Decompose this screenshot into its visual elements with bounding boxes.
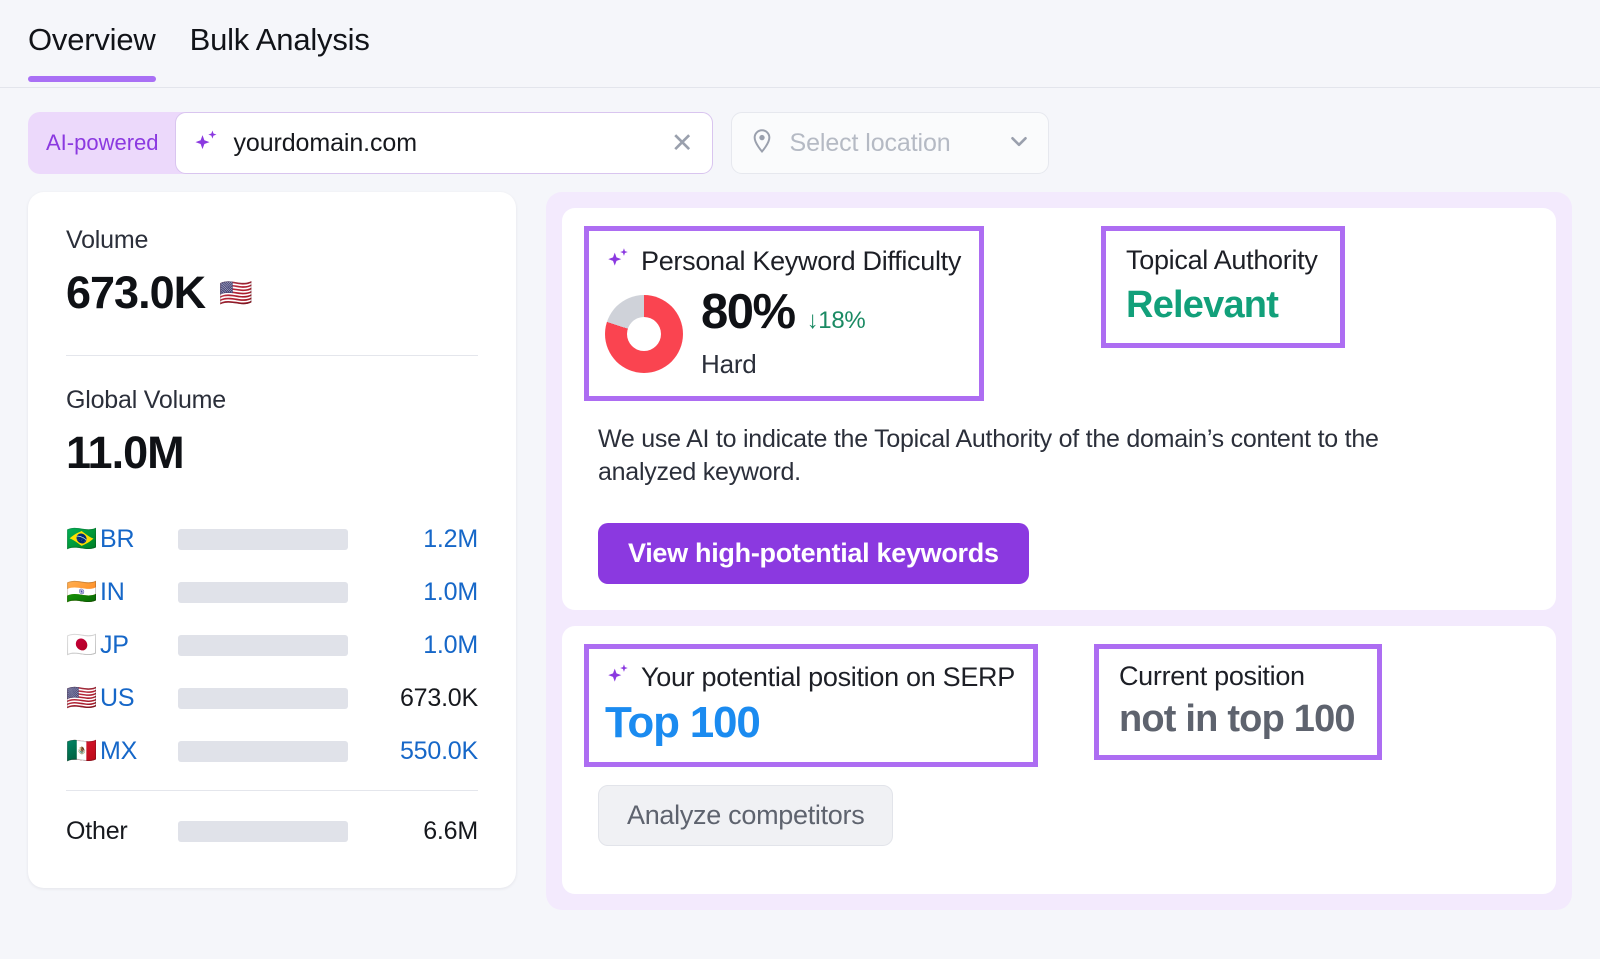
us-flag-icon: 🇺🇸: [219, 277, 252, 309]
main-content: Volume 673.0K 🇺🇸 Global Volume 11.0M 🇧🇷 …: [0, 174, 1600, 910]
volume-bar-track: [178, 688, 348, 709]
tab-bar: Overview Bulk Analysis: [0, 0, 1600, 88]
volume-panel: Volume 673.0K 🇺🇸 Global Volume 11.0M 🇧🇷 …: [28, 192, 516, 888]
pkd-rating: Hard: [701, 349, 865, 380]
analyze-competitors-button[interactable]: Analyze competitors: [598, 785, 893, 846]
current-position-value: not in top 100: [1119, 698, 1355, 741]
serp-value: Top 100: [605, 698, 1015, 748]
ai-insights-column: Personal Keyword Difficulty 80% ↓18% Har…: [546, 192, 1572, 910]
table-row[interactable]: 🇺🇸 US 673.0K: [66, 672, 478, 725]
location-placeholder: Select location: [790, 129, 992, 158]
ai-note: We use AI to indicate the Topical Author…: [598, 423, 1443, 490]
view-high-potential-keywords-button[interactable]: View high-potential keywords: [598, 523, 1029, 584]
country-volume[interactable]: 1.0M: [348, 631, 478, 660]
chevron-down-icon[interactable]: [1006, 128, 1032, 159]
table-row[interactable]: 🇧🇷 BR 1.2M: [66, 513, 478, 566]
position-row: Your potential position on SERP Top 100 …: [584, 644, 1534, 767]
sparkle-icon: [605, 245, 631, 278]
country-flag-icon: 🇯🇵: [66, 633, 100, 658]
volume-label: Volume: [66, 226, 478, 255]
volume-bar-track: [178, 582, 348, 603]
serp-title: Your potential position on SERP: [641, 662, 1015, 693]
sparkle-icon: [605, 661, 631, 694]
volume-bar-track: [178, 635, 348, 656]
pkd-percent: 80%: [701, 288, 795, 337]
metrics-row: Personal Keyword Difficulty 80% ↓18% Har…: [584, 226, 1534, 401]
search-input[interactable]: yourdomain.com: [234, 129, 657, 158]
topical-authority-value: Relevant: [1126, 284, 1318, 327]
difficulty-donut-chart: [605, 295, 683, 373]
country-code[interactable]: IN: [100, 578, 178, 607]
country-code[interactable]: JP: [100, 631, 178, 660]
country-flag-icon: 🇺🇸: [66, 686, 100, 711]
domain-search-box[interactable]: yourdomain.com ✕: [175, 112, 713, 174]
country-code[interactable]: BR: [100, 525, 178, 554]
volume-value: 673.0K: [66, 267, 205, 319]
pkd-value-row: 80% ↓18%: [701, 288, 865, 337]
tab-bulk-analysis[interactable]: Bulk Analysis: [190, 0, 370, 82]
current-position-title: Current position: [1119, 661, 1355, 692]
table-row[interactable]: 🇲🇽 MX 550.0K: [66, 725, 478, 778]
personal-keyword-difficulty-card: Personal Keyword Difficulty 80% ↓18% Har…: [584, 226, 984, 401]
serp-position-panel: Your potential position on SERP Top 100 …: [562, 626, 1556, 894]
search-row: AI-powered yourdomain.com ✕ Select locat…: [0, 88, 1600, 174]
country-flag-icon: 🇧🇷: [66, 527, 100, 552]
country-volume[interactable]: 1.0M: [348, 578, 478, 607]
pkd-body: 80% ↓18% Hard: [605, 288, 961, 380]
other-volume: 6.6M: [348, 817, 478, 846]
ai-powered-search-wrapper: AI-powered yourdomain.com ✕: [28, 112, 713, 174]
country-volume[interactable]: 550.0K: [348, 737, 478, 766]
pkd-title: Personal Keyword Difficulty: [641, 246, 961, 277]
topical-authority-title: Topical Authority: [1126, 245, 1318, 276]
country-code[interactable]: MX: [100, 737, 178, 766]
pkd-title-row: Personal Keyword Difficulty: [605, 245, 961, 278]
pkd-delta: ↓18%: [807, 307, 866, 335]
global-volume-label: Global Volume: [66, 386, 478, 415]
topical-authority-card: Topical Authority Relevant: [1101, 226, 1345, 348]
clear-icon[interactable]: ✕: [671, 130, 694, 157]
volume-bar-track: [178, 821, 348, 842]
table-row-other: Other 6.6M: [66, 805, 478, 858]
pkd-values: 80% ↓18% Hard: [701, 288, 865, 380]
table-row[interactable]: 🇮🇳 IN 1.0M: [66, 566, 478, 619]
country-code[interactable]: US: [100, 684, 178, 713]
location-pin-icon: [748, 127, 776, 160]
global-volume-value: 11.0M: [66, 427, 478, 479]
sparkle-icon: [192, 127, 220, 160]
potential-position-card: Your potential position on SERP Top 100: [584, 644, 1038, 767]
current-position-card: Current position not in top 100: [1094, 644, 1382, 760]
table-row[interactable]: 🇯🇵 JP 1.0M: [66, 619, 478, 672]
country-volume[interactable]: 1.2M: [348, 525, 478, 554]
divider: [66, 790, 478, 791]
ai-powered-badge: AI-powered: [46, 130, 175, 156]
country-flag-icon: 🇲🇽: [66, 739, 100, 764]
keyword-difficulty-panel: Personal Keyword Difficulty 80% ↓18% Har…: [562, 208, 1556, 610]
tab-overview[interactable]: Overview: [28, 0, 156, 82]
location-selector[interactable]: Select location: [731, 112, 1049, 174]
volume-bar-track: [178, 529, 348, 550]
divider: [66, 355, 478, 356]
country-flag-icon: 🇮🇳: [66, 580, 100, 605]
other-label: Other: [66, 817, 178, 846]
volume-value-row: 673.0K 🇺🇸: [66, 267, 478, 319]
country-volume: 673.0K: [348, 684, 478, 713]
country-list: 🇧🇷 BR 1.2M 🇮🇳 IN 1.0M 🇯🇵 JP: [66, 513, 478, 858]
serp-title-row: Your potential position on SERP: [605, 661, 1015, 694]
volume-bar-track: [178, 741, 348, 762]
